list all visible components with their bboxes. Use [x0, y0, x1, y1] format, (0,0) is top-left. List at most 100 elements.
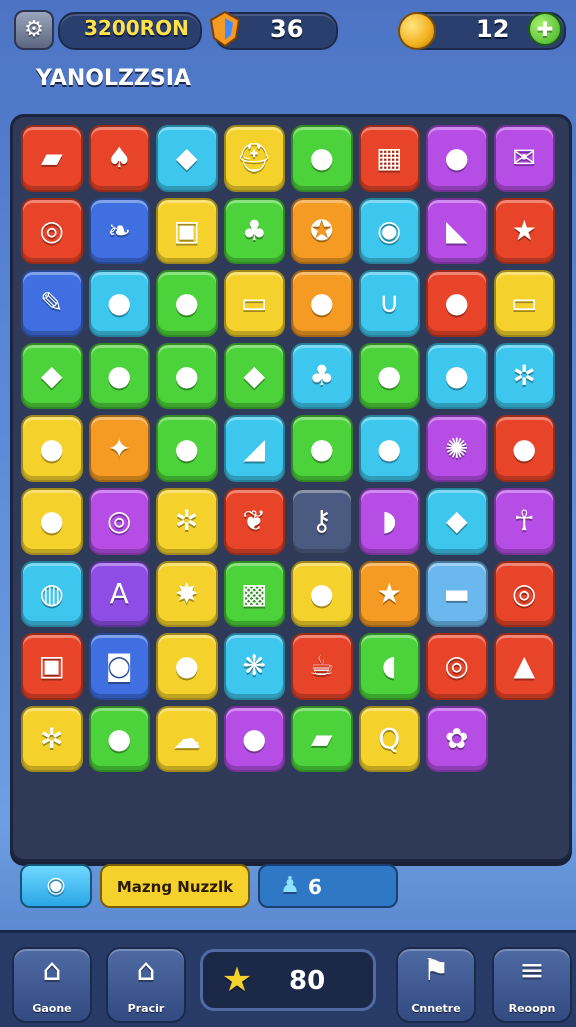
board-tile[interactable]: ◎ [426, 633, 488, 700]
board-tile[interactable]: ❋ [223, 633, 285, 700]
board-tile[interactable]: ◎ [88, 488, 150, 555]
board-tile[interactable]: ▬ [426, 560, 488, 628]
board-tile[interactable]: ▩ [223, 560, 285, 628]
folder-icon: ▰ [310, 722, 333, 756]
board-tile[interactable]: ● [156, 415, 218, 482]
board-tile[interactable]: ◎ [493, 560, 555, 628]
board-tile[interactable]: ♣ [223, 197, 285, 265]
board-tile[interactable]: ⛑ [223, 125, 285, 192]
nav-practice-button[interactable]: ⌂ Pracir [106, 947, 186, 1023]
board-tile[interactable]: ★ [358, 560, 420, 628]
toolbox-icon: ▣ [173, 213, 200, 247]
board-tile[interactable]: Q [358, 705, 420, 773]
banana-icon: ◗ [381, 504, 397, 538]
sprout-icon: ♣ [309, 359, 335, 393]
board-tile[interactable]: ✲ [156, 488, 218, 555]
board-tile[interactable]: ◗ [358, 488, 420, 555]
board-tile[interactable]: ◆ [426, 488, 488, 555]
candy-icon: ▬ [443, 576, 470, 610]
board-tile[interactable]: ● [358, 415, 420, 482]
board-tile[interactable]: ● [291, 125, 353, 192]
board-tile[interactable]: ● [88, 270, 150, 337]
nav-center-button[interactable]: ⚑ Cnnetre [396, 947, 476, 1023]
board-tile[interactable]: ● [156, 270, 218, 337]
gold-coin-icon [398, 12, 436, 50]
potion-icon: ● [309, 576, 334, 610]
board-tile[interactable]: ☥ [493, 488, 555, 555]
add-lives-button[interactable]: ✚ [528, 12, 562, 46]
board-tile[interactable]: ♣ [291, 342, 353, 410]
box-icon: ▩ [241, 576, 268, 610]
pepper-icon: ♠ [106, 141, 132, 175]
board-tile[interactable]: ◆ [21, 342, 83, 410]
board-tile[interactable]: ☕ [291, 633, 353, 700]
settings-button[interactable]: ⚙ [14, 10, 54, 50]
board-tile[interactable]: ◆ [223, 342, 285, 410]
board-tile[interactable]: ● [156, 633, 218, 700]
board-tile[interactable]: ▭ [493, 270, 555, 337]
board-tile[interactable]: ◉ [358, 197, 420, 265]
board-tile[interactable]: ✸ [156, 560, 218, 628]
board-tile[interactable]: ❦ [223, 488, 285, 555]
board-tile[interactable]: ● [21, 415, 83, 482]
board-tile[interactable]: ❧ [88, 197, 150, 265]
board-tile[interactable]: ● [21, 488, 83, 555]
board-tile[interactable]: ● [291, 560, 353, 628]
board-tile[interactable]: ● [291, 270, 353, 337]
snail-shell-icon: ◎ [107, 504, 132, 538]
board-tile[interactable]: ● [358, 342, 420, 410]
board-tile[interactable]: ● [426, 342, 488, 410]
board-tile[interactable]: ● [88, 342, 150, 410]
board-tile[interactable]: ● [223, 705, 285, 773]
board-tile[interactable]: ⚷ [291, 488, 353, 555]
board-tile[interactable]: ◣ [426, 197, 488, 265]
board-tile[interactable]: ◖ [358, 633, 420, 700]
nav-menu-button[interactable]: ≡ Reoopn [492, 947, 572, 1023]
board-tile[interactable]: ✎ [21, 270, 83, 337]
board-tile[interactable]: ✲ [493, 342, 555, 410]
flag-icon: ⚑ [422, 953, 450, 988]
board-tile[interactable]: ∪ [358, 270, 420, 337]
board-tile[interactable]: ▣ [21, 633, 83, 700]
board-tile[interactable]: ✲ [21, 705, 83, 773]
board-tile[interactable]: ☁ [156, 705, 218, 773]
board-tile[interactable]: ● [156, 342, 218, 410]
board-tile[interactable]: ▰ [21, 125, 83, 192]
board-tile[interactable]: ● [88, 705, 150, 773]
donut-icon: ◎ [512, 576, 537, 610]
battery-icon: ▰ [40, 141, 63, 175]
board-tile[interactable]: ▣ [156, 197, 218, 265]
board-tile[interactable]: ◙ [88, 633, 150, 700]
board-tile[interactable]: ● [493, 415, 555, 482]
board-tile[interactable]: ▦ [358, 125, 420, 192]
powerup-slot[interactable]: ◉ [20, 864, 92, 908]
board-tile[interactable]: ◢ [223, 415, 285, 482]
warning-icon: ▲ [513, 649, 536, 683]
nav-home-button[interactable]: ⌂ Gaone [12, 947, 92, 1023]
board-tile[interactable]: ● [426, 125, 488, 192]
board-tile[interactable]: ✺ [426, 415, 488, 482]
board-tile[interactable]: A [88, 560, 150, 628]
lemon-drop-icon: ● [39, 504, 64, 538]
window-icon: ▦ [376, 141, 403, 175]
board-tile[interactable]: ★ [493, 197, 555, 265]
board-tile[interactable]: ✦ [88, 415, 150, 482]
bottom-nav: ⌂ Gaone ⌂ Pracir ★ 80 ⚑ Cnnetre ≡ Reoopn [0, 930, 576, 1027]
peach-icon: ● [242, 722, 267, 756]
board-tile[interactable]: ▰ [291, 705, 353, 773]
board-tile[interactable]: ✿ [426, 705, 488, 773]
board-tile[interactable]: ◆ [156, 125, 218, 192]
board-tile[interactable]: ◍ [21, 560, 83, 628]
board-tile[interactable]: ● [291, 415, 353, 482]
board-tile[interactable]: ▭ [223, 270, 285, 337]
board-tile[interactable]: ✉ [493, 125, 555, 192]
life-ring-icon: ◎ [444, 649, 469, 683]
board-tile[interactable]: ◎ [21, 197, 83, 265]
board-tile[interactable]: ▲ [493, 633, 555, 700]
board-tile[interactable]: ♠ [88, 125, 150, 192]
board-tile[interactable]: ✪ [291, 197, 353, 265]
acorn-icon: ● [444, 359, 469, 393]
board-tile[interactable]: ● [426, 270, 488, 337]
green-ball-icon: ● [107, 359, 132, 393]
coin-icon: ✪ [310, 213, 334, 247]
